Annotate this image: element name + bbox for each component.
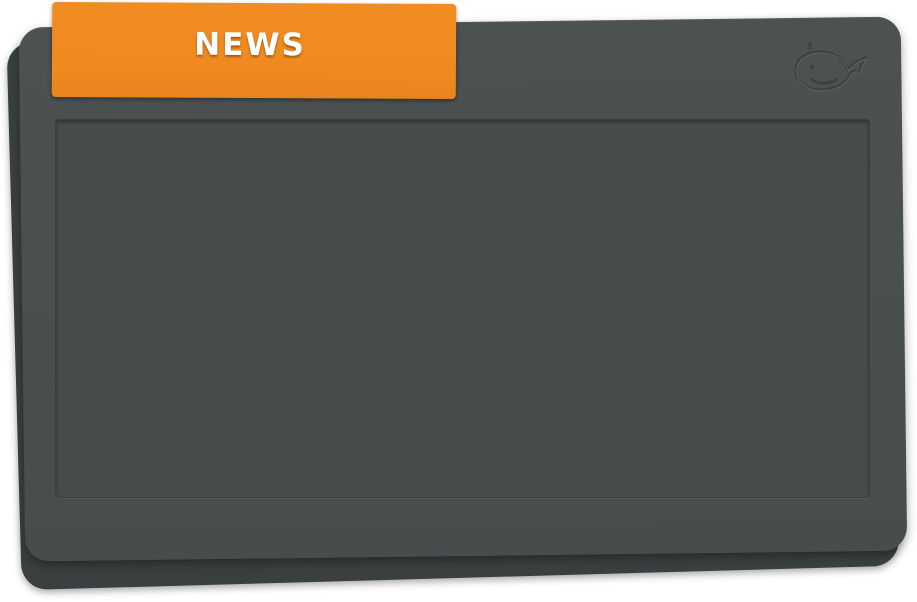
whale-icon <box>794 41 868 92</box>
news-widget: NEWS <box>0 0 917 602</box>
news-content-area <box>55 119 870 498</box>
news-tab[interactable]: NEWS <box>51 1 457 100</box>
news-tab-label: NEWS <box>194 26 306 63</box>
